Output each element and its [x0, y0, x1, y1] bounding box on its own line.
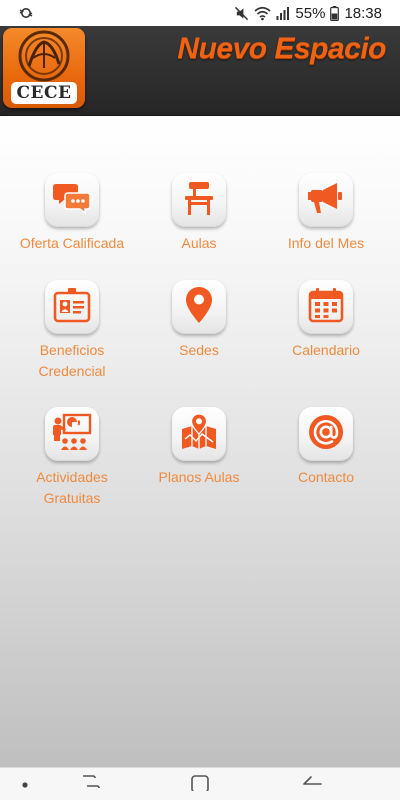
wifi-icon [254, 6, 271, 21]
menu-item-label: Aulas [181, 235, 217, 251]
menu-item-calendario[interactable]: Calendario [266, 280, 386, 361]
nav-dot-indicator [14, 768, 36, 800]
megaphone-icon [307, 182, 345, 219]
clock: 18:38 [344, 4, 382, 22]
menu-item-label: Beneficios Credencial [38, 342, 106, 379]
battery-percent: 55% [295, 4, 326, 22]
icon-tile [45, 173, 99, 227]
presentation-board-icon [52, 413, 92, 456]
home-button[interactable] [180, 768, 220, 800]
back-arrow-icon [301, 773, 323, 796]
recent-apps-button[interactable] [70, 768, 110, 800]
menu-item-contacto[interactable]: Contacto [266, 407, 386, 488]
menu-item-label: Planos Aulas [158, 469, 240, 485]
app-title: Nuevo Espacio [177, 32, 386, 65]
mute-icon [234, 6, 249, 21]
calendar-icon [308, 287, 344, 328]
chat-bubbles-icon [53, 181, 91, 220]
app-header: CECE Nuevo Espacio [0, 26, 400, 116]
status-bar: 55% 18:38 [0, 0, 400, 26]
menu-item-oferta-calificada[interactable]: Oferta Calificada [12, 173, 132, 254]
menu-item-label: Calendario [292, 342, 360, 358]
icon-tile [172, 173, 226, 227]
menu-item-label: Contacto [297, 469, 355, 485]
icon-tile [299, 280, 353, 334]
id-card-icon [53, 287, 91, 328]
home-icon [190, 773, 210, 796]
icon-tile [45, 280, 99, 334]
map-pin-icon [185, 286, 213, 329]
folded-map-icon [180, 412, 218, 456]
back-button[interactable] [292, 768, 332, 800]
menu-item-label: Oferta Calificada [19, 235, 125, 251]
recent-apps-icon [79, 774, 101, 795]
signal-icon [276, 6, 290, 20]
at-sign-icon [308, 414, 344, 455]
sync-notification-icon [18, 5, 34, 21]
menu-item-info-del-mes[interactable]: Info del Mes [266, 173, 386, 254]
icon-tile [299, 173, 353, 227]
battery-icon [330, 5, 340, 21]
menu-item-label: Info del Mes [287, 235, 365, 251]
menu-item-label: Actividades Gratuitas [36, 469, 108, 506]
icon-tile [172, 407, 226, 461]
menu-item-planos-aulas[interactable]: Planos Aulas [139, 407, 259, 488]
menu-item-beneficios-credencial[interactable]: Beneficios Credencial [12, 280, 132, 382]
menu-item-label: Sedes [179, 342, 219, 358]
menu-item-aulas[interactable]: Aulas [139, 173, 259, 254]
school-desk-icon [183, 180, 215, 221]
menu-item-sedes[interactable]: Sedes [139, 280, 259, 361]
main-menu: Oferta Calificada Aulas Info del Mes Ben… [0, 116, 400, 767]
menu-item-actividades-gratuitas[interactable]: Actividades Gratuitas [12, 407, 132, 509]
icon-tile [45, 407, 99, 461]
system-nav-bar [0, 767, 400, 800]
logo-text: CECE [11, 82, 77, 104]
icon-tile [299, 407, 353, 461]
icon-tile [172, 280, 226, 334]
cece-logo: CECE [3, 28, 85, 108]
